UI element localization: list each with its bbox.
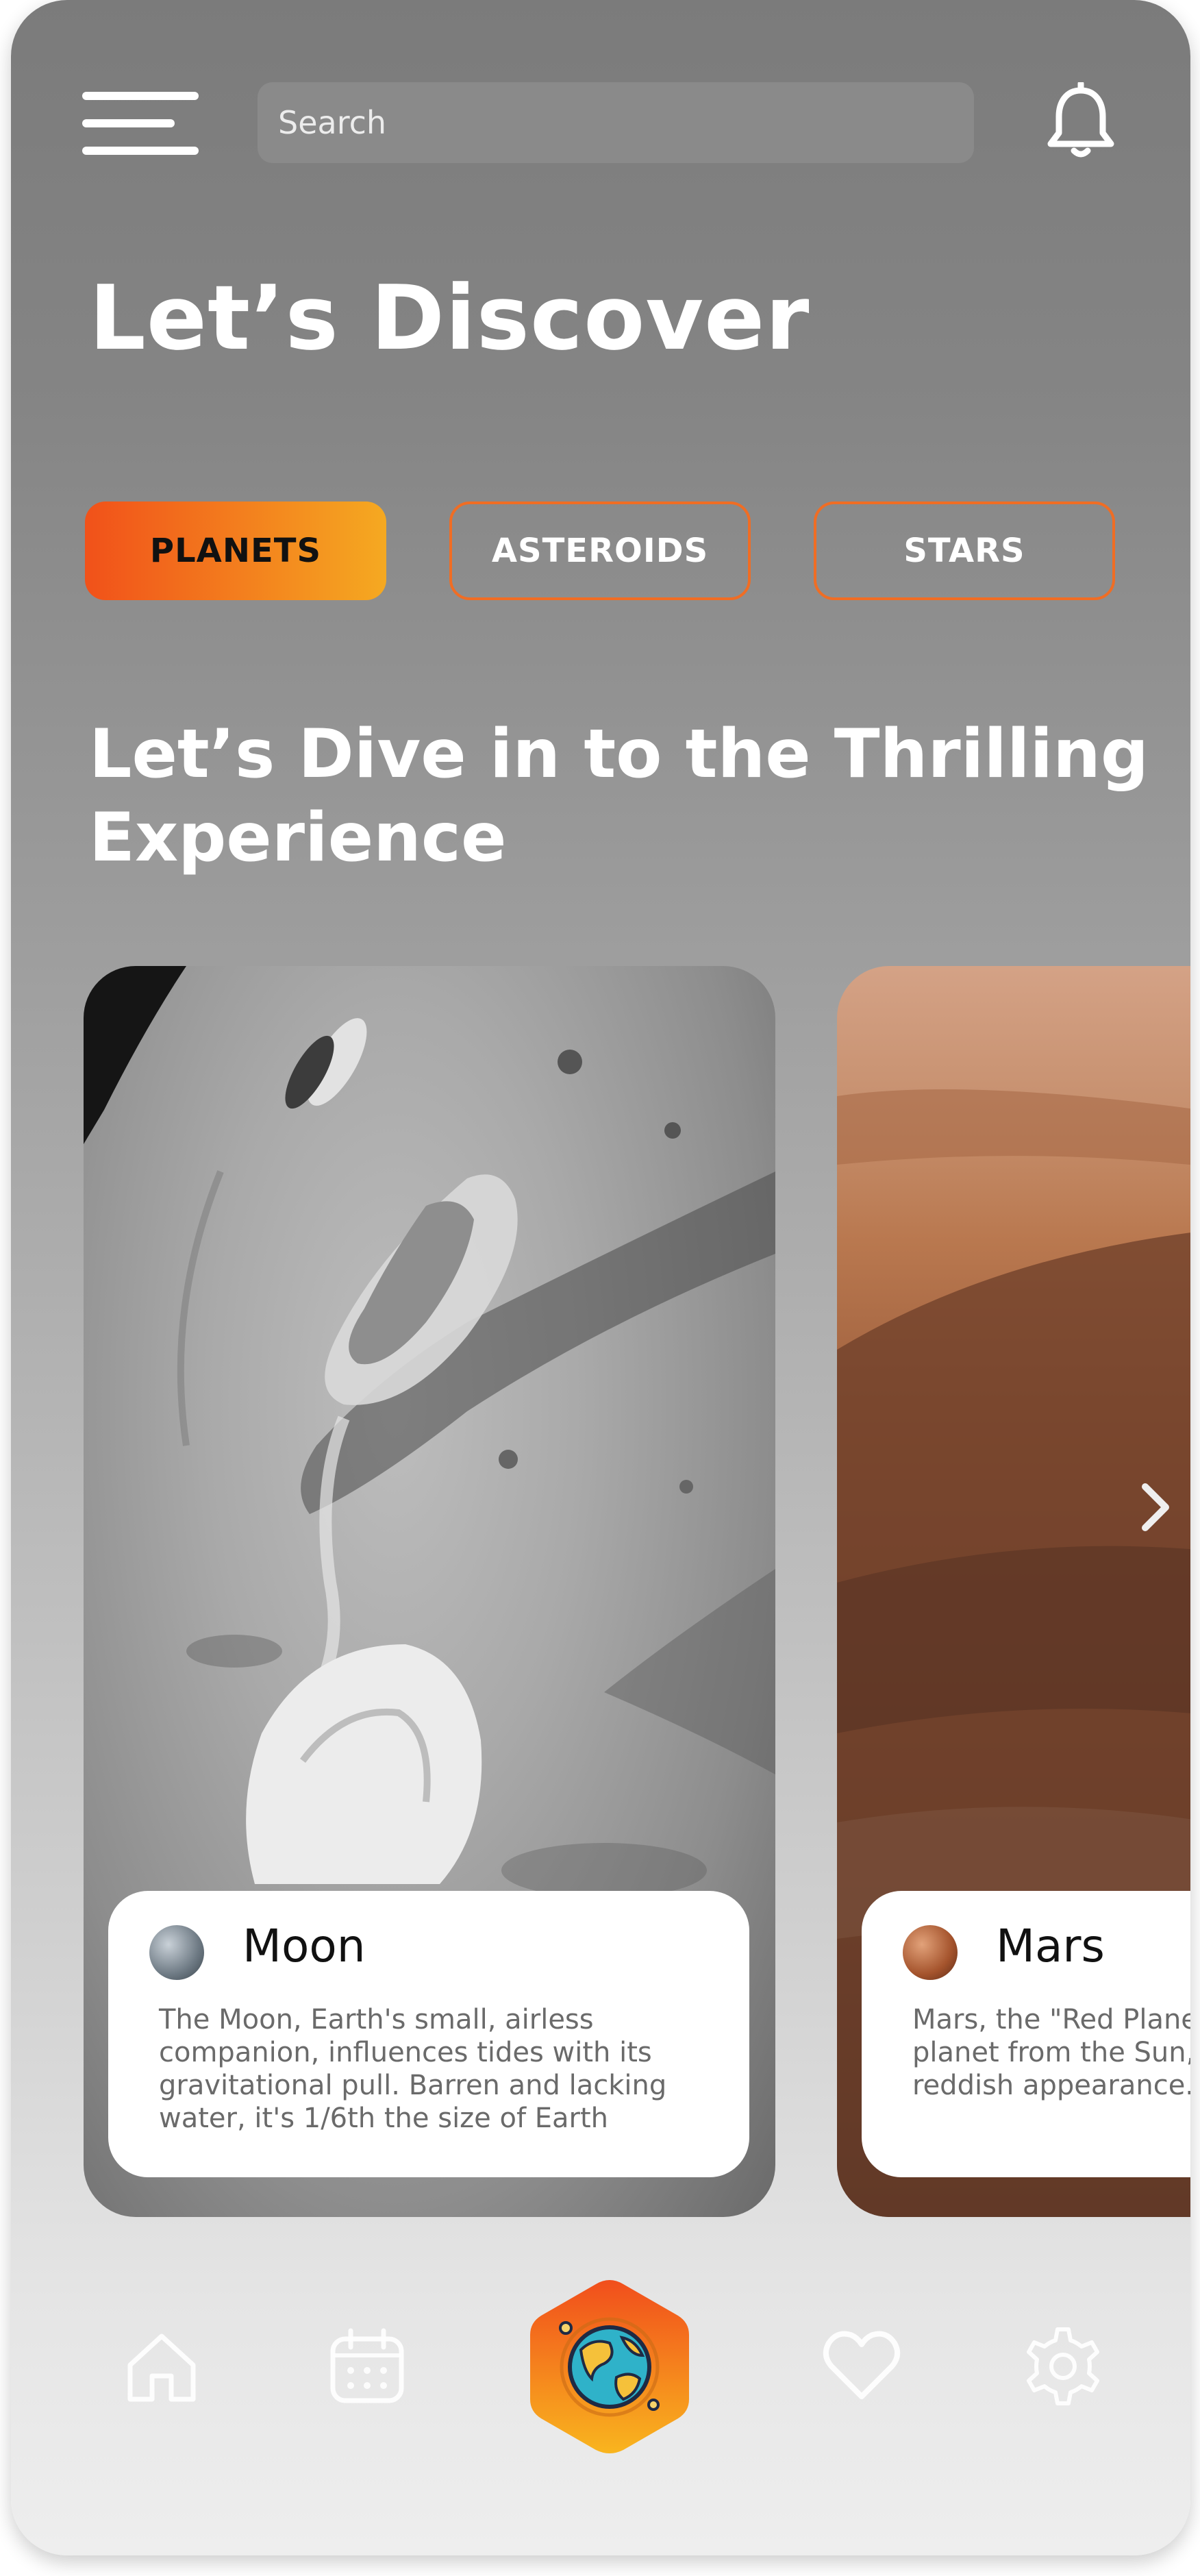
moon-card[interactable]: Moon The Moon, Earth's small, airless co… bbox=[84, 966, 775, 2217]
mars-info-panel: Mars Mars, the "Red Planet," is the four… bbox=[862, 1891, 1190, 2177]
tab-stars[interactable]: STARS bbox=[814, 501, 1115, 600]
card-description-line: reddish appearance. bbox=[912, 2070, 1190, 2101]
card-description: The Moon, Earth's small, airless compani… bbox=[159, 2003, 666, 2135]
mars-card[interactable]: Mars Mars, the "Red Planet," is the four… bbox=[837, 966, 1190, 2217]
calendar-icon[interactable] bbox=[326, 2325, 408, 2407]
section-heading: Let’s Dive in to the Thrilling Experienc… bbox=[89, 715, 1149, 877]
card-description-line: companion, influences tides with its bbox=[159, 2037, 652, 2068]
chevron-right-icon[interactable] bbox=[1134, 1480, 1175, 1535]
hamburger-menu-icon[interactable] bbox=[82, 92, 199, 155]
card-description-line: Mars, the "Red Planet," is the fourth bbox=[912, 2004, 1190, 2035]
mars-globe-icon bbox=[903, 1925, 958, 1980]
card-description: Mars, the "Red Planet," is the fourth pl… bbox=[912, 2003, 1190, 2102]
app-screen: Let’s Discover PLANETS ASTEROIDS STARS L… bbox=[11, 0, 1190, 2555]
tab-planets[interactable]: PLANETS bbox=[85, 501, 386, 600]
card-title: Mars bbox=[996, 1920, 1105, 1972]
moon-globe-icon bbox=[149, 1925, 204, 1980]
heart-icon[interactable] bbox=[821, 2325, 903, 2407]
search-input[interactable] bbox=[258, 82, 974, 163]
gear-icon[interactable] bbox=[1022, 2325, 1104, 2407]
card-description-line: planet from the Sun, known for its bbox=[912, 2037, 1190, 2068]
moon-info-panel: Moon The Moon, Earth's small, airless co… bbox=[108, 1891, 749, 2177]
globe-icon[interactable] bbox=[526, 2275, 693, 2460]
home-icon[interactable] bbox=[121, 2325, 203, 2407]
card-description-line: gravitational pull. Barren and lacking bbox=[159, 2070, 667, 2101]
bell-icon[interactable] bbox=[1045, 82, 1116, 159]
card-description-line: water, it's 1/6th the size of Earth bbox=[159, 2103, 609, 2134]
page-title: Let’s Discover bbox=[89, 266, 810, 370]
tab-asteroids[interactable]: ASTEROIDS bbox=[449, 501, 751, 600]
card-title: Moon bbox=[242, 1920, 366, 1972]
card-description-line: The Moon, Earth's small, airless bbox=[159, 2004, 594, 2035]
